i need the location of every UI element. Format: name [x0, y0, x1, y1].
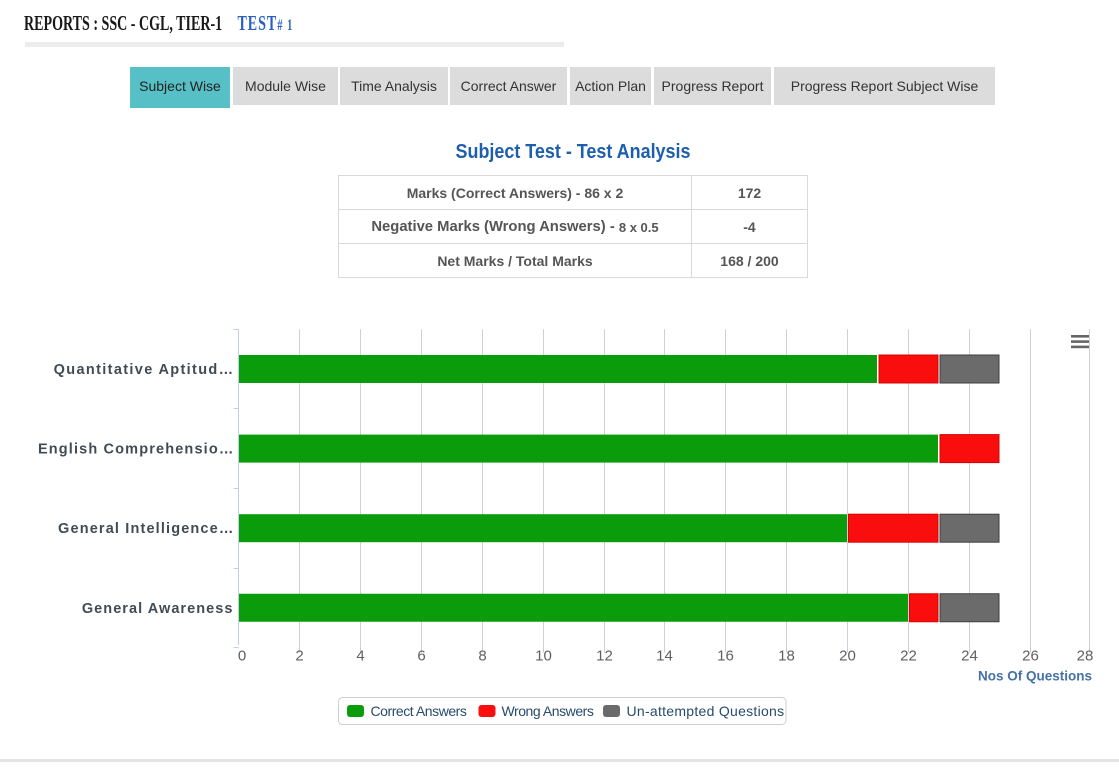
svg-text:24: 24: [961, 648, 978, 665]
svg-text:14: 14: [656, 648, 673, 665]
svg-text:Wrong Answers: Wrong Answers: [502, 703, 594, 719]
svg-text:12: 12: [596, 648, 613, 665]
svg-text:0: 0: [238, 648, 246, 665]
svg-text:16: 16: [717, 648, 734, 665]
svg-text:Nos Of Questions: Nos Of Questions: [978, 669, 1092, 684]
svg-text:Correct Answers: Correct Answers: [371, 703, 467, 719]
svg-text:4: 4: [356, 648, 364, 665]
svg-text:6: 6: [417, 648, 425, 665]
svg-text:General Awareness: General Awareness: [82, 601, 234, 617]
svg-text:8: 8: [478, 648, 486, 665]
svg-text:2: 2: [295, 648, 303, 665]
svg-text:18: 18: [778, 648, 795, 665]
svg-text:Un-attempted Questions: Un-attempted Questions: [627, 703, 785, 719]
svg-text:10: 10: [535, 648, 552, 665]
svg-text:26: 26: [1022, 648, 1039, 665]
svg-text:28: 28: [1077, 648, 1094, 665]
svg-text:English Comprehensio…: English Comprehensio…: [38, 442, 235, 458]
svg-text:20: 20: [839, 648, 856, 665]
svg-text:General Intelligence…: General Intelligence…: [58, 521, 234, 537]
svg-text:Quantitative Aptitud…: Quantitative Aptitud…: [54, 362, 235, 378]
svg-text:22: 22: [900, 648, 917, 665]
